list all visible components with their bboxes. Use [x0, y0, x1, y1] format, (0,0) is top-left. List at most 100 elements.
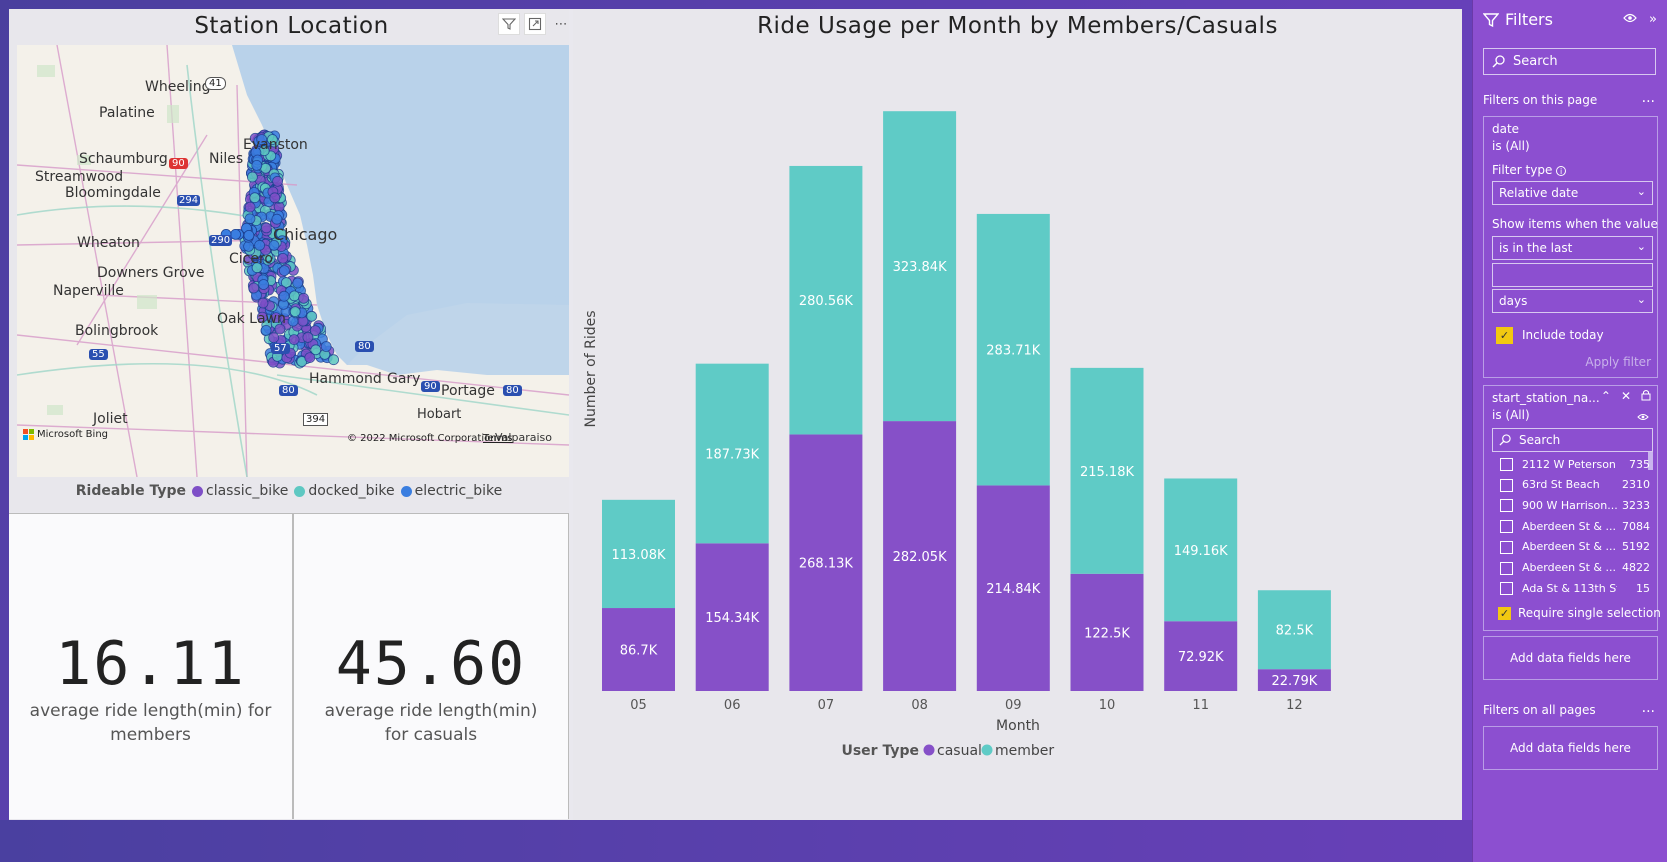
list-item-checkbox[interactable]	[1500, 520, 1513, 534]
station-marker[interactable]	[243, 240, 255, 252]
station-marker[interactable]	[249, 192, 261, 204]
station-marker[interactable]	[251, 160, 263, 171]
station-marker[interactable]	[288, 334, 300, 346]
list-item[interactable]: Ada St & 113th St 15	[1500, 578, 1650, 598]
station-marker[interactable]	[258, 279, 270, 290]
filter-pane-header-icons: »	[1623, 12, 1657, 27]
require-single-checkbox[interactable]: ✓	[1498, 607, 1511, 620]
list-item-checkbox[interactable]	[1500, 582, 1513, 596]
legend-marker-casual[interactable]	[923, 744, 935, 756]
station-marker[interactable]	[244, 213, 256, 225]
map-label: Bloomingdale	[65, 185, 161, 201]
station-marker[interactable]	[243, 229, 255, 241]
station-marker[interactable]	[230, 228, 242, 240]
map-label: Wheeling	[145, 79, 211, 95]
more-options-icon[interactable]: ...	[1642, 700, 1655, 716]
list-item-checkbox[interactable]	[1500, 561, 1513, 575]
station-marker[interactable]	[271, 213, 283, 225]
station-marker[interactable]	[328, 354, 340, 366]
station-search-input[interactable]: Search	[1492, 428, 1653, 452]
station-marker[interactable]	[288, 290, 300, 302]
station-marker[interactable]	[278, 290, 290, 302]
station-marker[interactable]	[244, 201, 256, 213]
list-item[interactable]: 63rd St Beach 2310	[1500, 475, 1650, 495]
station-marker[interactable]	[260, 222, 272, 234]
legend-item-casual[interactable]: casual	[937, 743, 982, 759]
legend-item-docked-bike[interactable]: docked_bike	[294, 483, 395, 499]
date-filter-card[interactable]: date is (All) Filter type i Relative dat…	[1483, 116, 1658, 378]
station-marker[interactable]	[304, 352, 316, 364]
list-item-checkbox[interactable]	[1500, 458, 1513, 471]
members-card[interactable]: 16.11 average ride length(min) for membe…	[9, 513, 293, 819]
x-tick-label: 12	[1286, 698, 1303, 713]
station-marker[interactable]	[292, 277, 304, 289]
highway-shield: 41	[205, 77, 226, 90]
casuals-card[interactable]: 45.60 average ride length(min) for casua…	[293, 513, 569, 819]
station-marker[interactable]	[269, 192, 281, 204]
highway-shield: 290	[209, 235, 233, 246]
focus-mode-icon[interactable]	[524, 13, 546, 35]
collapse-pane-icon[interactable]: »	[1649, 12, 1657, 27]
legend-item-electric-bike[interactable]: electric_bike	[400, 483, 502, 499]
eye-icon[interactable]	[1637, 410, 1649, 424]
map-label: Naperville	[53, 283, 124, 299]
add-data-fields-all[interactable]: Add data fields here	[1483, 726, 1658, 770]
map-label: Cicero	[229, 251, 273, 267]
apply-filter-button[interactable]: Apply filter	[1585, 355, 1651, 369]
more-options-icon[interactable]: ...	[1642, 90, 1655, 106]
list-item-name: Aberdeen St & ...	[1522, 561, 1616, 574]
filter-icon[interactable]	[498, 13, 520, 35]
highway-shield: 294	[177, 195, 201, 206]
station-marker[interactable]	[289, 306, 301, 318]
station-marker[interactable]	[268, 332, 280, 344]
list-item[interactable]: Aberdeen St & ... 5192	[1500, 537, 1650, 557]
legend-item-member[interactable]: member	[995, 743, 1054, 759]
filter-field-name: start_station_na...	[1492, 391, 1600, 405]
more-options-icon[interactable]: ⋯	[550, 13, 572, 35]
station-marker[interactable]	[278, 265, 290, 277]
list-item[interactable]: Aberdeen St & ... 4822	[1500, 558, 1650, 578]
data-label: 113.08K	[611, 548, 665, 563]
chevron-up-icon[interactable]: ⌃	[1601, 389, 1611, 404]
bar-chart-visual[interactable]: Ride Usage per Month by Members/Casuals …	[573, 9, 1462, 820]
list-item[interactable]: 900 W Harrison... 3233	[1500, 495, 1650, 515]
include-today-checkbox[interactable]: ✓	[1496, 327, 1513, 344]
station-marker[interactable]	[246, 171, 258, 183]
add-data-fields-page[interactable]: Add data fields here	[1483, 636, 1658, 680]
filter-type-dropdown[interactable]: Relative date ⌄	[1492, 181, 1653, 205]
bar-chart[interactable]: 86.7K 113.08K 05 154.34K 187.73K 06 268.13K 280…	[573, 9, 1462, 820]
station-marker[interactable]	[272, 175, 284, 187]
list-item[interactable]: Aberdeen St & ... 7084	[1500, 516, 1650, 536]
station-filter-card[interactable]: start_station_na... ⌃ ✕ is (All) Search …	[1483, 385, 1661, 631]
station-marker[interactable]	[302, 331, 314, 343]
station-marker[interactable]	[257, 297, 269, 309]
eye-icon[interactable]	[1623, 12, 1637, 27]
data-label: 72.92K	[1178, 650, 1224, 665]
station-marker[interactable]	[277, 252, 289, 264]
lock-icon[interactable]	[1641, 389, 1651, 404]
legend-marker-member[interactable]	[981, 744, 993, 756]
list-item[interactable]: 2112 W Peterson... 735	[1500, 454, 1650, 474]
list-item-checkbox[interactable]	[1500, 478, 1513, 492]
station-marker[interactable]	[298, 292, 310, 304]
require-single-label: Require single selection	[1518, 606, 1661, 620]
list-item-checkbox[interactable]	[1500, 499, 1513, 513]
close-icon[interactable]: ✕	[1621, 389, 1631, 404]
x-tick-label: 05	[630, 698, 647, 713]
unit-dropdown[interactable]: days ⌄	[1492, 289, 1653, 313]
station-marker[interactable]	[254, 239, 266, 251]
station-marker[interactable]	[320, 341, 332, 352]
station-marker[interactable]	[248, 282, 260, 294]
map-visual[interactable]: Station Location ⋯ Wheeling Palatine Sch…	[9, 9, 569, 512]
operator-dropdown[interactable]: is in the last ⌄	[1492, 236, 1653, 260]
station-marker[interactable]	[306, 310, 318, 322]
map-canvas[interactable]: Wheeling Palatine Schaumburg Niles Evans…	[17, 45, 569, 477]
filter-pane[interactable]: Filters » Search Filters on this page ..…	[1472, 0, 1667, 862]
legend-item-classic-bike[interactable]: classic_bike	[192, 483, 288, 499]
filter-search-input[interactable]: Search	[1483, 48, 1656, 75]
data-label: 154.34K	[705, 611, 759, 626]
info-icon: i	[1556, 166, 1567, 176]
map-terms-link[interactable]: Terms	[483, 433, 512, 444]
list-item-checkbox[interactable]	[1500, 540, 1513, 554]
amount-input[interactable]	[1492, 263, 1653, 287]
